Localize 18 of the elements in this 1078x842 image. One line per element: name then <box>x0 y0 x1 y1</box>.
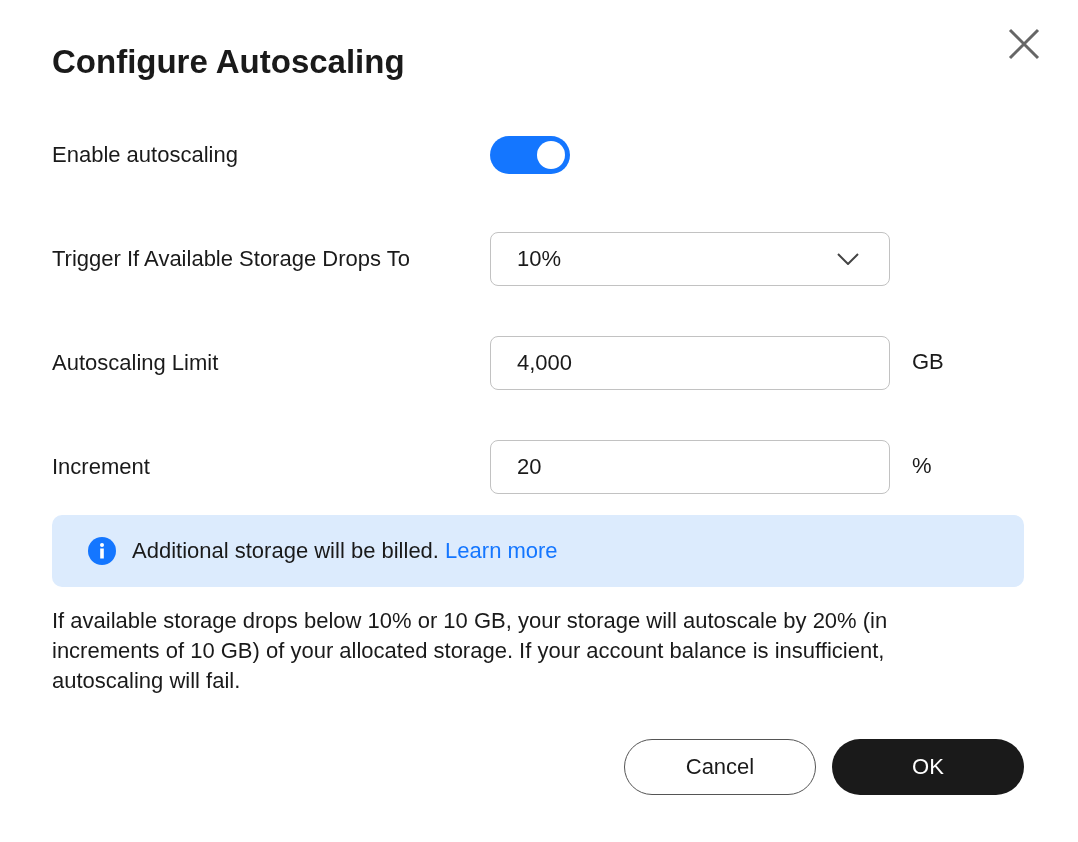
dialog-title: Configure Autoscaling <box>52 42 406 82</box>
unit-label: GB <box>912 349 944 375</box>
chevron-down-icon <box>837 253 859 265</box>
dropdown-select[interactable]: 10% <box>490 232 890 286</box>
info-icon <box>88 537 116 565</box>
notice-text: Additional storage will be billed. Learn more <box>132 538 558 564</box>
field-label: Enable autoscaling <box>52 142 239 168</box>
field-label: Increment <box>52 454 151 480</box>
text-input[interactable]: 20 <box>490 440 890 494</box>
text-input[interactable]: 4,000 <box>490 336 890 390</box>
description-text: If available storage drops below 10% or 10 GB, your storage will autoscale by 20% (in increments of 10 GB) of your allocated storage. If your account balance is insufficient, autoscaling will fail. <box>52 607 889 695</box>
unit-label: % <box>912 453 932 479</box>
field-label: Trigger If Available Storage Drops To <box>52 246 411 272</box>
toggle-switch[interactable] <box>490 136 570 174</box>
close-icon[interactable] <box>1008 28 1040 60</box>
cancel-button[interactable]: Cancel <box>624 739 816 795</box>
ok-button[interactable]: OK <box>832 739 1024 795</box>
field-label: Autoscaling Limit <box>52 350 220 376</box>
